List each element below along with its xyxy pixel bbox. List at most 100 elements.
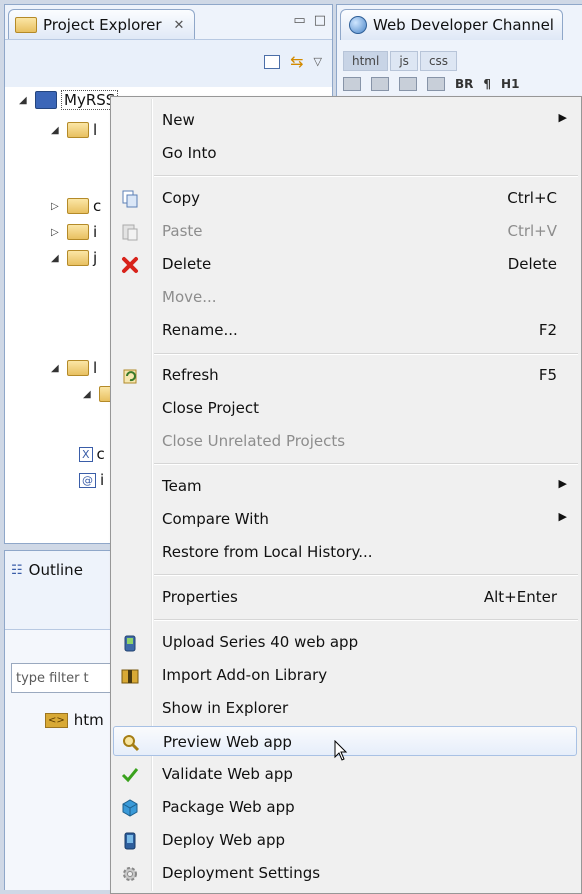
tree-item-label: j — [93, 249, 98, 267]
view-menu-icon[interactable]: ▽ — [314, 55, 322, 68]
tree-item[interactable]: ◢ l — [51, 119, 97, 141]
layout-icon[interactable] — [343, 77, 361, 91]
library-icon — [121, 667, 139, 685]
close-icon[interactable]: ✕ — [174, 18, 185, 33]
menu-item-go-into[interactable]: Go Into — [113, 138, 577, 168]
tree-item[interactable]: ◢ l — [51, 357, 97, 379]
menu-item-close-project[interactable]: Close Project — [113, 393, 577, 423]
html-file-icon: @ — [79, 472, 96, 488]
expanded-arrow-icon[interactable]: ◢ — [51, 253, 63, 264]
tree-item-label: c — [93, 197, 102, 215]
menu-item-label: Compare With — [162, 510, 269, 528]
deploy-icon — [121, 832, 139, 850]
filter-input[interactable]: type filter t — [11, 663, 121, 693]
folder-icon — [67, 360, 89, 376]
menu-item-package-web-app[interactable]: Package Web app — [113, 792, 577, 822]
submenu-arrow-icon: ▶ — [558, 111, 567, 124]
menu-item-label: Upload Series 40 web app — [162, 633, 359, 651]
tab-outline[interactable]: ☷ Outline — [11, 561, 83, 579]
globe-icon — [349, 16, 367, 34]
menu-item-label: Team — [162, 477, 202, 495]
menu-item-import-add-on-library[interactable]: Import Add-on Library — [113, 660, 577, 690]
collapse-all-icon[interactable] — [264, 54, 281, 69]
table-icon[interactable] — [427, 77, 445, 91]
menu-item-new[interactable]: New ▶ — [113, 105, 577, 135]
collapsed-arrow-icon[interactable]: ▷ — [51, 227, 63, 238]
menu-item-label: Properties — [162, 588, 238, 606]
project-icon — [35, 91, 57, 109]
folder-icon — [67, 224, 89, 240]
tab-css[interactable]: css — [419, 51, 458, 71]
menu-item-label: Move... — [162, 288, 217, 306]
h1-button[interactable]: H1 — [501, 77, 519, 91]
menu-item-label: Deploy Web app — [162, 831, 285, 849]
menu-item-compare-with[interactable]: Compare With ▶ — [113, 504, 577, 534]
tree-item[interactable]: ▷ i — [51, 221, 97, 243]
menu-item-properties[interactable]: Properties Alt+Enter — [113, 582, 577, 612]
maximize-icon[interactable]: □ — [314, 13, 326, 28]
menu-item-paste[interactable]: Paste Ctrl+V — [113, 216, 577, 246]
paragraph-button[interactable]: ¶ — [483, 77, 491, 91]
copy-icon — [121, 190, 139, 208]
checkmark-icon — [121, 766, 139, 784]
xml-file-icon: X — [79, 446, 93, 462]
menu-separator — [154, 175, 578, 177]
minimize-icon[interactable]: ▭ — [293, 13, 305, 28]
tag-icon: <> — [45, 712, 68, 728]
tree-item-label: c — [96, 445, 105, 463]
menu-item-label: Close Unrelated Projects — [162, 432, 346, 450]
menu-item-copy[interactable]: Copy Ctrl+C — [113, 183, 577, 213]
menu-item-label: New — [162, 111, 195, 129]
shortcut-label: F5 — [538, 366, 557, 384]
menu-item-show-in-explorer[interactable]: Show in Explorer — [113, 693, 577, 723]
menu-item-deploy-web-app[interactable]: Deploy Web app — [113, 825, 577, 855]
expanded-arrow-icon[interactable]: ◢ — [51, 125, 63, 136]
tab-js[interactable]: js — [390, 51, 418, 71]
expanded-arrow-icon[interactable]: ◢ — [19, 95, 31, 106]
project-explorer-title: Project Explorer — [43, 16, 162, 34]
menu-item-restore-from-local-history[interactable]: Restore from Local History... — [113, 537, 577, 567]
menu-item-label: Rename... — [162, 321, 238, 339]
tree-item[interactable]: ◢ j — [51, 247, 97, 269]
project-explorer-toolbar: ⇆ ▽ — [5, 39, 332, 88]
menu-item-deployment-settings[interactable]: Deployment Settings — [113, 858, 577, 888]
refresh-icon — [121, 367, 139, 385]
menu-item-refresh[interactable]: Refresh F5 — [113, 360, 577, 390]
tree-item-project[interactable]: ◢ MyRSS — [19, 89, 119, 111]
menu-item-label: Copy — [162, 189, 201, 207]
menu-item-validate-web-app[interactable]: Validate Web app — [113, 759, 577, 789]
tree-item-label: l — [93, 121, 98, 139]
menu-item-label: Show in Explorer — [162, 699, 289, 717]
br-button[interactable]: BR — [455, 77, 473, 91]
frame-icon[interactable] — [371, 77, 389, 91]
menu-item-label: Import Add-on Library — [162, 666, 328, 684]
folder-icon — [67, 122, 89, 138]
submenu-arrow-icon: ▶ — [558, 510, 567, 523]
menu-item-delete[interactable]: Delete Delete — [113, 249, 577, 279]
menu-separator — [154, 574, 578, 576]
tree-item[interactable]: X c — [79, 443, 105, 465]
menu-item-upload-series-40-web-app[interactable]: Upload Series 40 web app — [113, 627, 577, 657]
tab-web-developer-channel[interactable]: Web Developer Channel — [340, 9, 563, 40]
menu-separator — [154, 463, 578, 465]
tab-project-explorer[interactable]: Project Explorer ✕ — [8, 9, 196, 40]
folder-icon — [67, 250, 89, 266]
preview-icon — [122, 734, 140, 752]
expanded-arrow-icon[interactable]: ◢ — [83, 389, 95, 400]
menu-item-team[interactable]: Team ▶ — [113, 471, 577, 501]
tree-item[interactable]: ▷ c — [51, 195, 101, 217]
shortcut-label: Ctrl+C — [507, 189, 557, 207]
collapsed-arrow-icon[interactable]: ▷ — [51, 201, 63, 212]
menu-item-close-unrelated-projects[interactable]: Close Unrelated Projects — [113, 426, 577, 456]
menu-item-move[interactable]: Move... — [113, 282, 577, 312]
outline-node[interactable]: <> htm — [45, 711, 104, 729]
tree-item[interactable]: @ i — [79, 469, 104, 491]
menu-item-rename[interactable]: Rename... F2 — [113, 315, 577, 345]
tab-html[interactable]: html — [343, 51, 389, 71]
link-with-editor-icon[interactable]: ⇆ — [290, 52, 303, 71]
package-icon — [121, 799, 139, 817]
shortcut-label: F2 — [538, 321, 557, 339]
outline-icon: ☷ — [11, 562, 23, 578]
block-icon[interactable] — [399, 77, 417, 91]
expanded-arrow-icon[interactable]: ◢ — [51, 363, 63, 374]
